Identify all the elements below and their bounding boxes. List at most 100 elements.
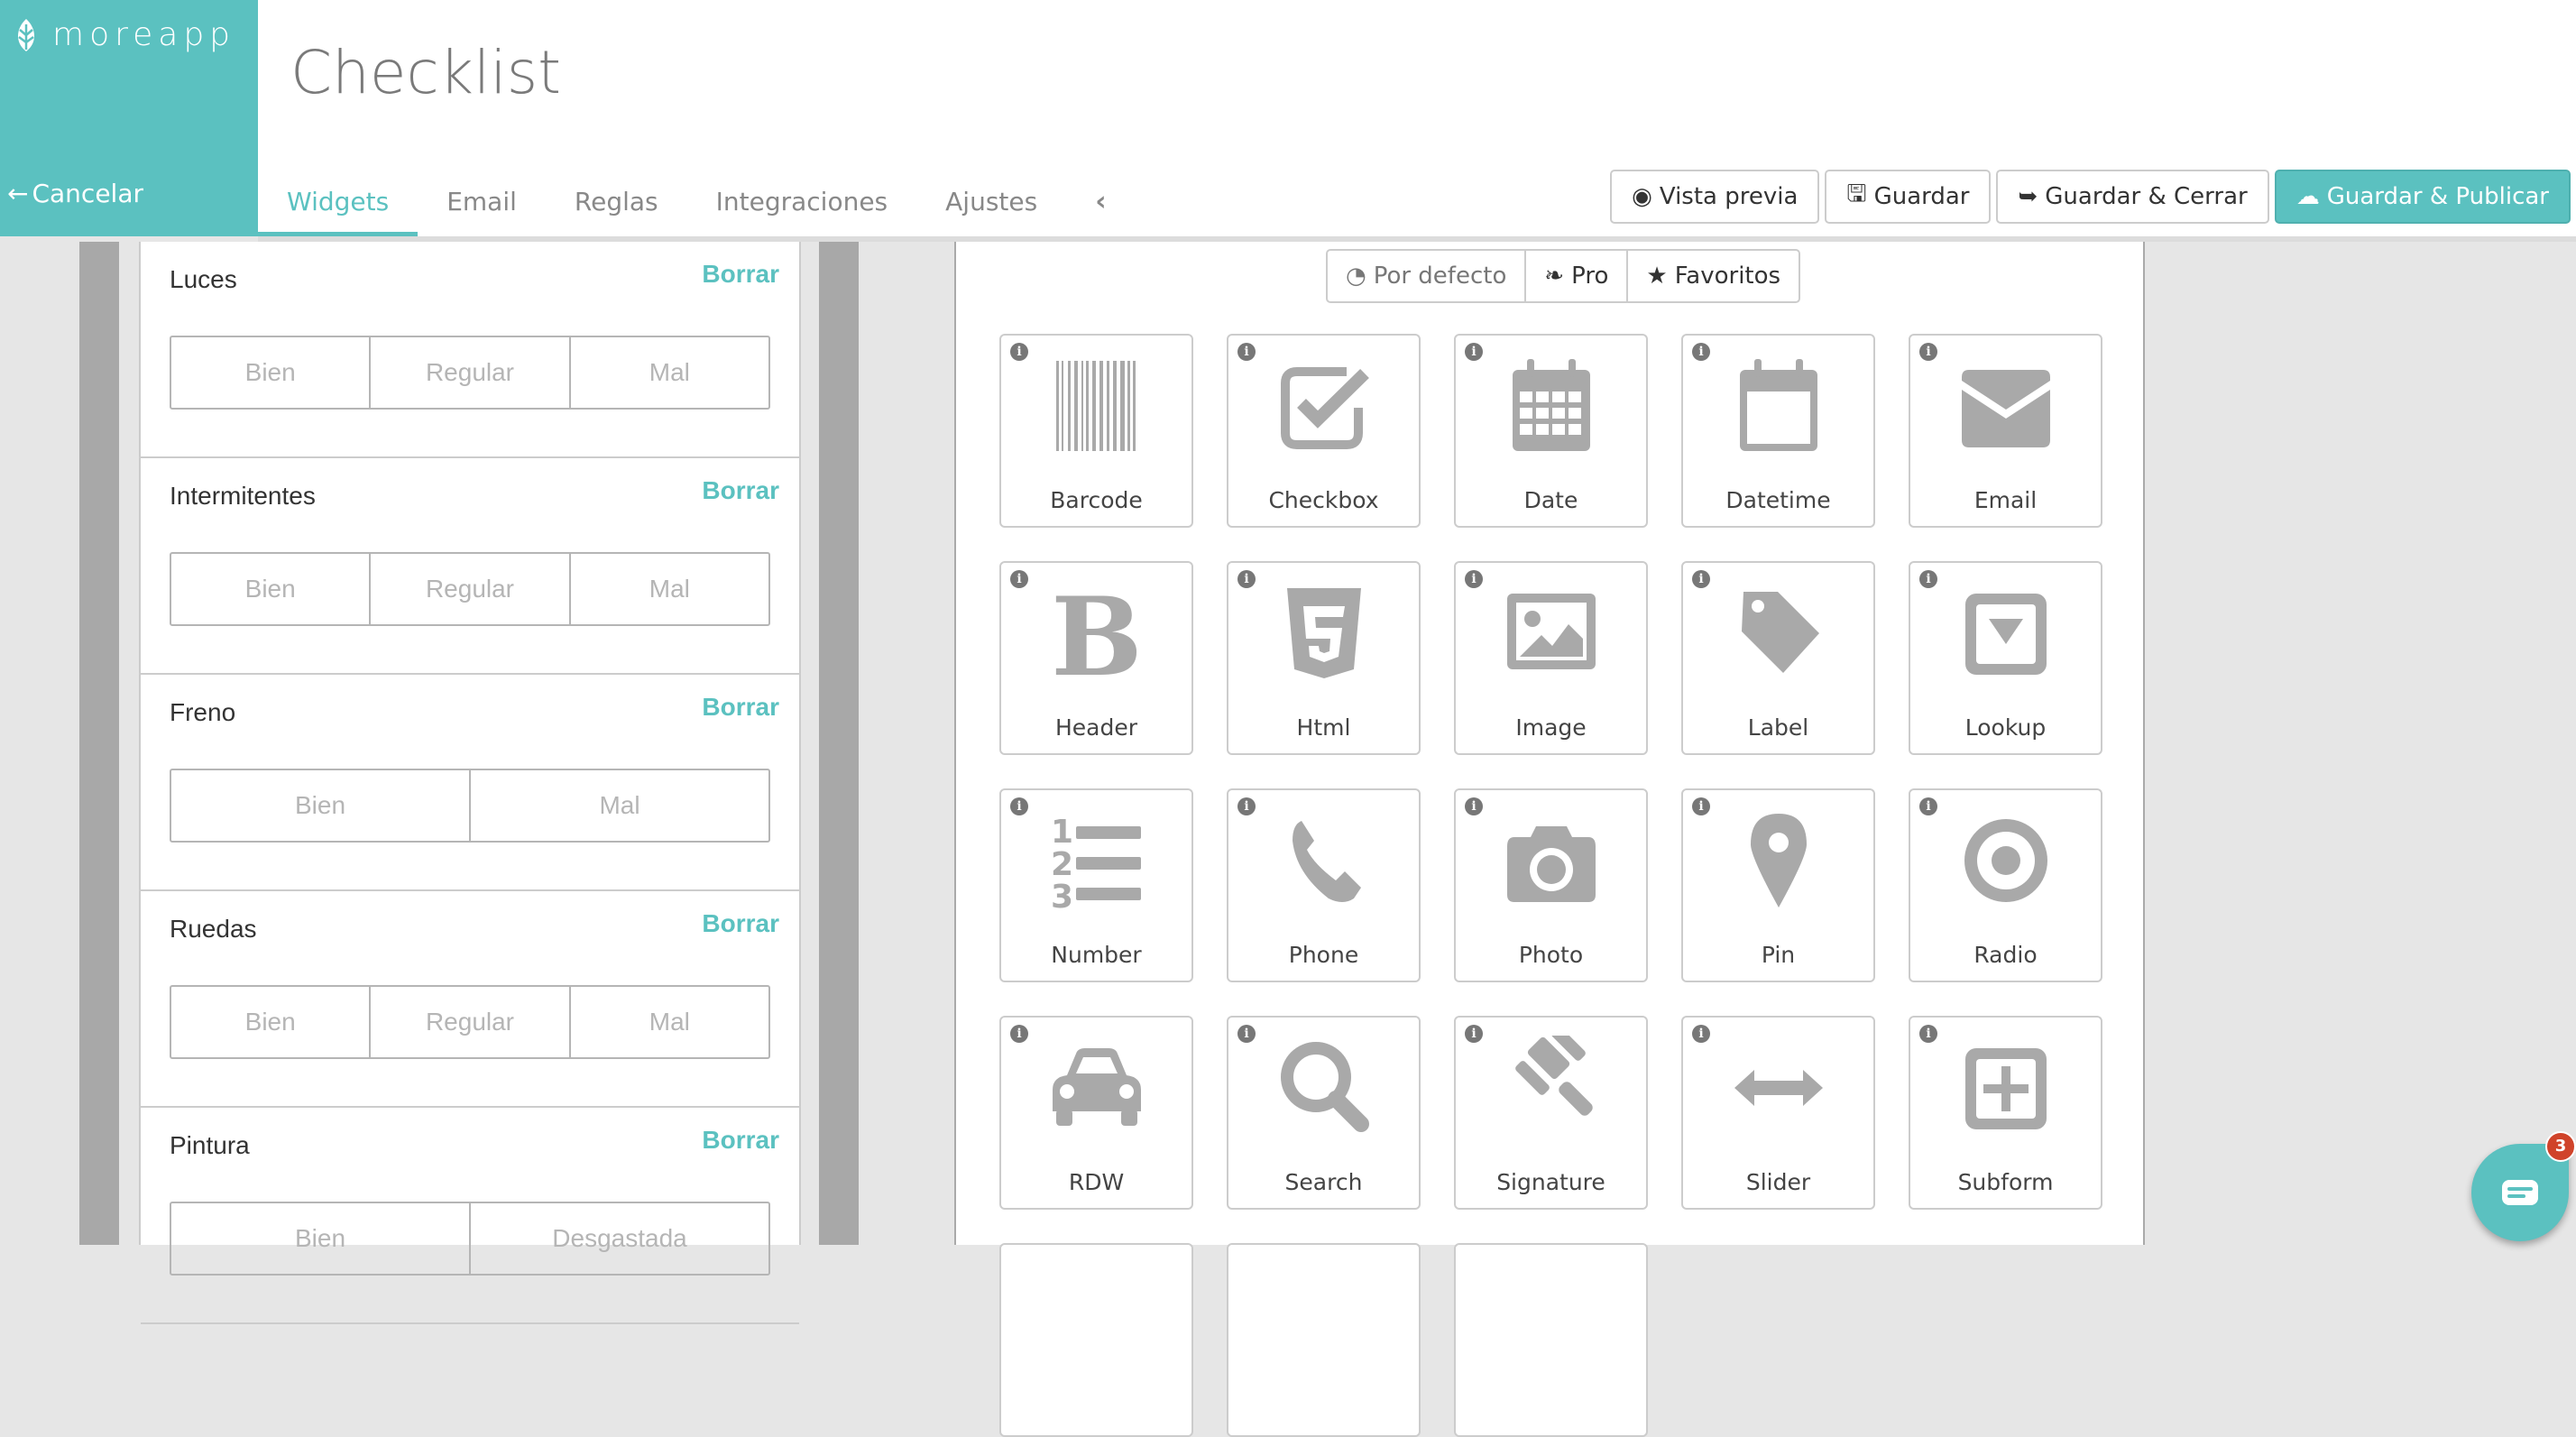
tab-ajustes[interactable]: Ajustes	[916, 171, 1066, 236]
info-icon[interactable]: i	[1010, 343, 1028, 361]
info-icon[interactable]: i	[1919, 570, 1937, 588]
info-icon[interactable]: i	[1692, 343, 1710, 361]
save-publish-button[interactable]: ☁ Guardar & Publicar	[2274, 170, 2571, 224]
save-label: Guardar	[1873, 183, 1970, 210]
info-icon[interactable]: i	[1237, 343, 1256, 361]
widget-tile-lookup[interactable]: i Lookup	[1909, 561, 2102, 755]
info-icon[interactable]: i	[1010, 570, 1028, 588]
map-marker-icon	[1750, 814, 1807, 907]
widget-tile[interactable]	[999, 1243, 1193, 1437]
widget-name: Barcode	[1050, 487, 1143, 513]
widget-tile-photo[interactable]: i Photo	[1454, 788, 1648, 982]
chevron-left-icon[interactable]: ‹	[1066, 171, 1135, 236]
widget-tile-phone[interactable]: i Phone	[1227, 788, 1421, 982]
leaf-logo-icon	[17, 18, 35, 51]
radio-option[interactable]: Desgastada	[471, 1203, 768, 1274]
radio-option[interactable]: Bien	[171, 987, 372, 1057]
widget-tile-slider[interactable]: i Slider	[1681, 1016, 1875, 1210]
filter-default[interactable]: ◔ Por defecto	[1328, 251, 1527, 301]
filter-favorites[interactable]: ★ Favoritos	[1628, 251, 1799, 301]
caret-square-icon	[1964, 594, 2047, 675]
radio-group: Bien Desgastada	[170, 1202, 770, 1276]
widget-tile[interactable]	[1227, 1243, 1421, 1437]
info-icon[interactable]: i	[1919, 797, 1937, 815]
field-freno: Freno Borrar Bien Mal	[141, 675, 799, 891]
form-preview: Luces Borrar Bien Regular Mal Intermiten…	[139, 242, 801, 1324]
tab-reglas[interactable]: Reglas	[546, 171, 687, 236]
info-icon[interactable]: i	[1465, 570, 1483, 588]
radio-option[interactable]: Bien	[171, 337, 372, 408]
filter-pro[interactable]: ❧ Pro	[1526, 251, 1629, 301]
widget-tile-image[interactable]: i Image	[1454, 561, 1648, 755]
phone-frame-left	[79, 242, 119, 1245]
widget-name: Header	[1054, 714, 1138, 741]
info-icon[interactable]: i	[1692, 570, 1710, 588]
radio-option[interactable]: Mal	[571, 337, 768, 408]
radio-option[interactable]: Mal	[571, 987, 768, 1057]
field-label: Freno	[170, 698, 236, 726]
search-icon	[1280, 1042, 1369, 1132]
logo-text: moreapp	[52, 16, 236, 53]
ordered-list-icon: 123	[1051, 814, 1141, 909]
widget-tile-email[interactable]: i Email	[1909, 334, 2102, 528]
phone-icon	[1292, 821, 1361, 902]
info-icon[interactable]: i	[1919, 1025, 1937, 1043]
car-icon	[1052, 1048, 1141, 1126]
radio-option[interactable]: Bien	[171, 554, 372, 624]
radio-option[interactable]: Mal	[571, 554, 768, 624]
radio-option[interactable]: Regular	[371, 554, 571, 624]
info-icon[interactable]: i	[1692, 797, 1710, 815]
widget-tile-date[interactable]: i Date	[1454, 334, 1648, 528]
widget-tile-pin[interactable]: i Pin	[1681, 788, 1875, 982]
calendar-icon	[1512, 359, 1590, 451]
save-button[interactable]: 🖫 Guardar	[1825, 170, 1992, 224]
radio-option[interactable]: Regular	[371, 987, 571, 1057]
widget-tile-radio[interactable]: i Radio	[1909, 788, 2102, 982]
info-icon[interactable]: i	[1010, 1025, 1028, 1043]
info-icon[interactable]: i	[1237, 1025, 1256, 1043]
tab-email[interactable]: Email	[418, 171, 546, 236]
widget-tile-header[interactable]: i B Header	[999, 561, 1193, 755]
widget-tile-datetime[interactable]: i Datetime	[1681, 334, 1875, 528]
info-icon[interactable]: i	[1237, 797, 1256, 815]
widget-tile[interactable]	[1454, 1243, 1648, 1437]
widget-tile-signature[interactable]: i Signature	[1454, 1016, 1648, 1210]
radio-option[interactable]: Bien	[171, 1203, 471, 1274]
radio-option[interactable]: Regular	[371, 337, 571, 408]
clear-button[interactable]: Borrar	[702, 693, 779, 722]
field-label: Pintura	[170, 1131, 250, 1159]
info-icon[interactable]: i	[1692, 1025, 1710, 1043]
tab-widgets[interactable]: Widgets	[258, 171, 419, 236]
widget-name: Lookup	[1964, 714, 2047, 741]
radio-option[interactable]: Bien	[171, 770, 471, 841]
info-icon[interactable]: i	[1465, 1025, 1483, 1043]
widget-tile-subform[interactable]: i Subform	[1909, 1016, 2102, 1210]
info-icon[interactable]: i	[1010, 797, 1028, 815]
widget-name: Signature	[1496, 1169, 1605, 1195]
widget-tile-label[interactable]: i Label	[1681, 561, 1875, 755]
widget-tile-rdw[interactable]: i RDW	[999, 1016, 1193, 1210]
cancel-button[interactable]: ← Cancelar	[7, 179, 143, 208]
widget-tile-checkbox[interactable]: i Checkbox	[1227, 334, 1421, 528]
plus-square-icon	[1964, 1048, 2047, 1129]
widget-tile-barcode[interactable]: i Barcode	[999, 334, 1193, 528]
clear-button[interactable]: Borrar	[702, 260, 779, 289]
widget-name: Radio	[1973, 942, 2038, 968]
tab-integraciones[interactable]: Integraciones	[687, 171, 917, 236]
info-icon[interactable]: i	[1465, 797, 1483, 815]
widget-tile-number[interactable]: i 1 2 3 Number	[999, 788, 1193, 982]
widget-panel: ◔ Por defecto ❧ Pro ★ Favoritos i Barcode i Ch…	[954, 242, 2145, 1437]
field-luces: Luces Borrar Bien Regular Mal	[141, 242, 799, 458]
preview-button[interactable]: ◉ Vista previa	[1610, 170, 1820, 224]
info-icon[interactable]: i	[1919, 343, 1937, 361]
info-icon[interactable]: i	[1465, 343, 1483, 361]
svg-text:1: 1	[1051, 814, 1073, 851]
radio-option[interactable]: Mal	[471, 770, 768, 841]
clear-button[interactable]: Borrar	[702, 909, 779, 938]
clear-button[interactable]: Borrar	[702, 476, 779, 505]
clear-button[interactable]: Borrar	[702, 1126, 779, 1155]
info-icon[interactable]: i	[1237, 570, 1256, 588]
widget-tile-html[interactable]: i Html	[1227, 561, 1421, 755]
save-close-button[interactable]: ➥ Guardar & Cerrar	[1996, 170, 2269, 224]
widget-tile-search[interactable]: i Search	[1227, 1016, 1421, 1210]
